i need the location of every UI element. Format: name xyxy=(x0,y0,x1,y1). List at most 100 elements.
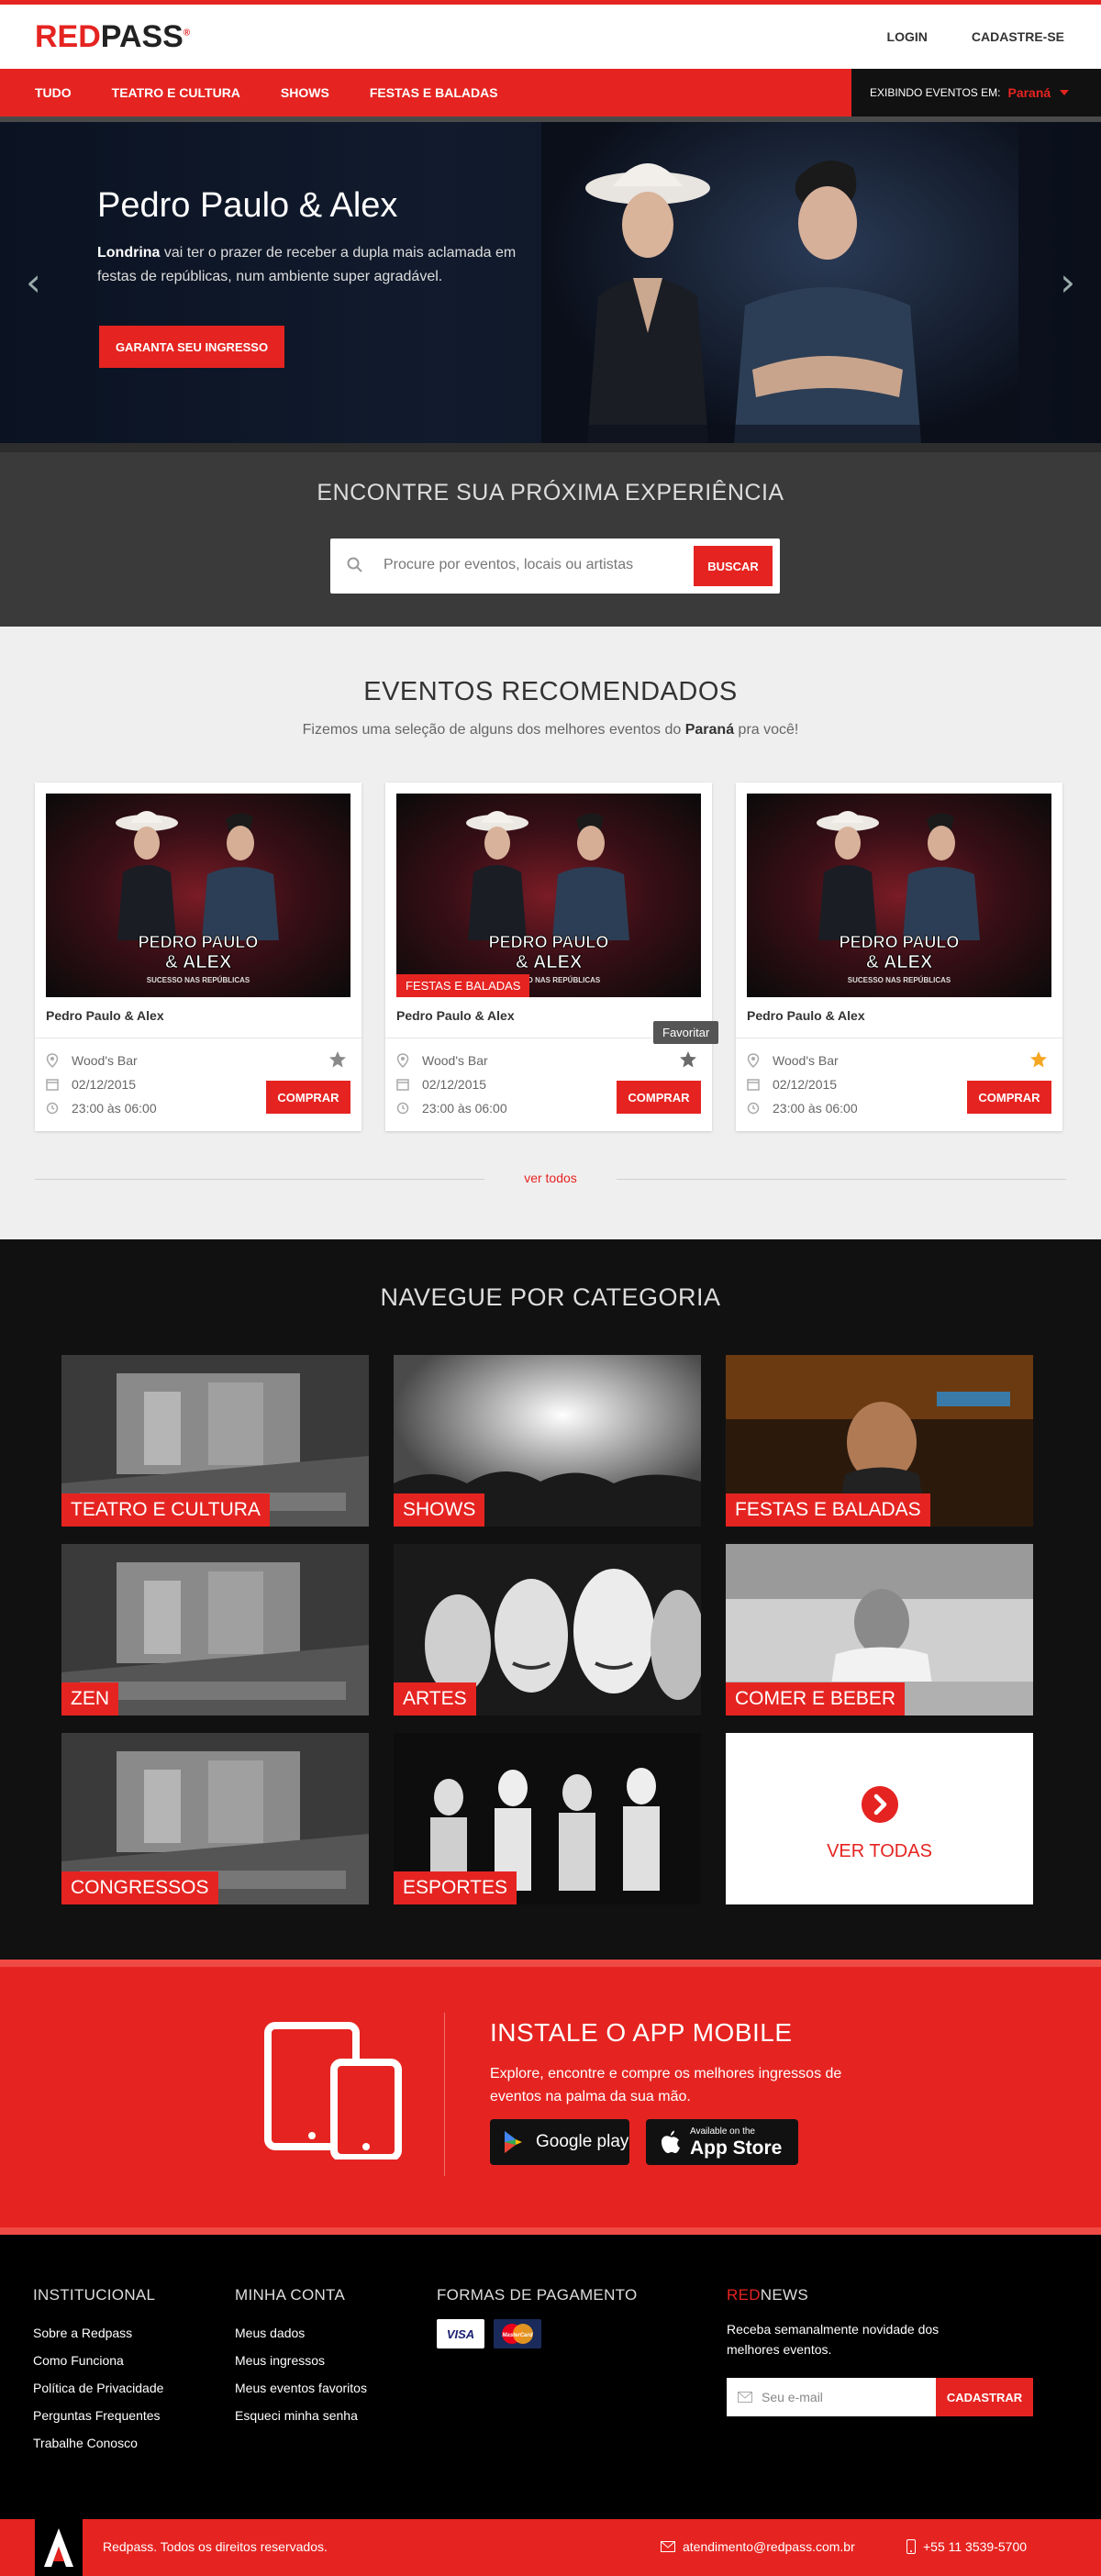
event-card[interactable]: PEDRO PAULO & ALEX SUCESSO NAS REPÚBLICA… xyxy=(385,783,719,1131)
see-all-link[interactable]: ver todos xyxy=(35,1171,1066,1185)
event-meta: Wood's Bar 02/12/2015 23:00 às 06:00 xyxy=(46,1049,157,1120)
location-pin-icon xyxy=(747,1053,760,1068)
nav-item-teatro[interactable]: TEATRO E CULTURA xyxy=(112,85,240,100)
login-link[interactable]: LOGIN xyxy=(887,29,928,44)
category-tag[interactable]: FESTAS E BALADAS xyxy=(396,974,530,997)
chevron-circle-right-icon xyxy=(862,1786,898,1823)
app-store-label: App Store xyxy=(690,2137,783,2159)
page: REDPASS® LOGIN CADASTRE-SE TUDO TEATRO E… xyxy=(0,0,1101,2576)
footer-col-account: MINHA CONTA Meus dados Meus ingressos Me… xyxy=(235,2286,367,2429)
star-icon[interactable] xyxy=(679,1050,697,1069)
redpass-logo[interactable]: REDPASS® xyxy=(35,19,190,55)
app-store-button[interactable]: Available on the App Store xyxy=(646,2119,798,2165)
event-poster: PEDRO PAULO & ALEX SUCESSO NAS REPÚBLICA… xyxy=(46,794,350,997)
footer-link[interactable]: Trabalhe Conosco xyxy=(33,2429,163,2457)
footer-link[interactable]: Como Funciona xyxy=(33,2347,163,2374)
location-selector[interactable]: EXIBINDO EVENTOS EM: Paraná xyxy=(851,69,1101,117)
google-play-button[interactable]: Google play xyxy=(490,2119,629,2165)
search-button[interactable]: BUSCAR xyxy=(694,546,773,586)
newsletter-submit-button[interactable]: CADASTRAR xyxy=(936,2378,1033,2416)
buy-button[interactable]: COMPRAR xyxy=(266,1081,350,1114)
header-links: LOGIN CADASTRE-SE xyxy=(887,29,1064,44)
event-date: 02/12/2015 xyxy=(72,1077,137,1092)
category-label: CONGRESSOS xyxy=(61,1871,218,1904)
envelope-icon xyxy=(661,2541,675,2552)
app-promo-section: INSTALE O APP MOBILE Explore, encontre e… xyxy=(0,1960,1101,2235)
event-time: 23:00 às 06:00 xyxy=(422,1101,507,1116)
footer-link[interactable]: Política de Privacidade xyxy=(33,2374,163,2402)
footer-heading: MINHA CONTA xyxy=(235,2286,346,2304)
nav-item-shows[interactable]: SHOWS xyxy=(281,85,329,100)
calendar-icon xyxy=(46,1079,59,1091)
event-venue: Wood's Bar xyxy=(72,1053,138,1068)
buy-button[interactable]: COMPRAR xyxy=(967,1081,1051,1114)
event-poster: PEDRO PAULO & ALEX SUCESSO NAS REPÚBLICA… xyxy=(396,794,701,997)
poster-text-line2: & ALEX xyxy=(165,952,232,972)
event-card[interactable]: PEDRO PAULO & ALEX SUCESSO NAS REPÚBLICA… xyxy=(35,783,361,1131)
categories-section: NAVEGUE POR CATEGORIA TEATRO E CULTURA S… xyxy=(0,1239,1101,1960)
see-all-categories-tile[interactable]: VER TODAS xyxy=(726,1733,1033,1904)
apple-icon xyxy=(662,2130,680,2153)
event-cards: PEDRO PAULO & ALEX SUCESSO NAS REPÚBLICA… xyxy=(35,783,1062,1131)
contact-email[interactable]: atendimento@redpass.com.br xyxy=(661,2539,855,2554)
categories-title: NAVEGUE POR CATEGORIA xyxy=(380,1283,721,1311)
location-pin-icon xyxy=(46,1053,59,1068)
signup-link[interactable]: CADASTRE-SE xyxy=(972,29,1064,44)
star-icon[interactable] xyxy=(328,1050,347,1069)
mail-icon xyxy=(738,2392,752,2403)
event-date: 02/12/2015 xyxy=(422,1077,487,1092)
event-time: 23:00 às 06:00 xyxy=(72,1101,157,1116)
category-tile-festas[interactable]: FESTAS E BALADAS xyxy=(726,1355,1033,1527)
visa-icon: VISA xyxy=(437,2319,484,2348)
footer-link[interactable]: Meus ingressos xyxy=(235,2347,367,2374)
category-tile-shows[interactable]: SHOWS xyxy=(394,1355,701,1527)
category-label: FESTAS E BALADAS xyxy=(726,1493,930,1527)
event-card[interactable]: PEDRO PAULO & ALEX SUCESSO NAS REPÚBLICA… xyxy=(736,783,1062,1131)
location-label: EXIBINDO EVENTOS EM: xyxy=(870,86,1001,99)
email-input[interactable]: Seu e-mail xyxy=(727,2378,936,2416)
category-tile-comer[interactable]: COMER E BEBER xyxy=(726,1544,1033,1715)
footer-link[interactable]: Esqueci minha senha xyxy=(235,2402,367,2429)
hero-artists-image xyxy=(541,122,1018,443)
see-all-row: ver todos xyxy=(35,1170,1066,1188)
event-venue: Wood's Bar xyxy=(422,1053,488,1068)
category-nav: TUDO TEATRO E CULTURA SHOWS FESTAS E BAL… xyxy=(0,69,1101,117)
recommended-subtitle: Fizemos uma seleção de alguns dos melhor… xyxy=(302,722,799,738)
category-tile-congressos[interactable]: CONGRESSOS xyxy=(61,1733,369,1904)
footer-heading: REDNEWS xyxy=(727,2286,808,2304)
category-tile-zen[interactable]: ZEN xyxy=(61,1544,369,1715)
nav-item-tudo[interactable]: TUDO xyxy=(35,85,72,100)
footer-link[interactable]: Meus dados xyxy=(235,2319,367,2347)
contact-phone[interactable]: +55 11 3539-5700 xyxy=(906,2539,1027,2554)
search-box: Procure por eventos, locais ou artistas … xyxy=(330,539,780,594)
app-store-small-label: Available on the xyxy=(690,2126,755,2137)
hero-cta-button[interactable]: GARANTA SEU INGRESSO xyxy=(99,326,284,368)
star-icon[interactable] xyxy=(1029,1050,1048,1069)
google-play-label: Google play xyxy=(536,2132,629,2151)
nav-item-festas[interactable]: FESTAS E BALADAS xyxy=(370,85,498,100)
recommended-section: EVENTOS RECOMENDADOS Fizemos uma seleção… xyxy=(0,627,1101,1239)
poster-text-line1: PEDRO PAULO xyxy=(489,933,609,951)
see-all-categories-label: VER TODAS xyxy=(827,1841,932,1861)
category-tile-esportes[interactable]: ESPORTES xyxy=(394,1733,701,1904)
category-tile-artes[interactable]: ARTES xyxy=(394,1544,701,1715)
bottom-logo xyxy=(35,2519,83,2576)
category-label: COMER E BEBER xyxy=(726,1682,906,1715)
app-divider xyxy=(444,2013,445,2176)
footer-link[interactable]: Perguntas Frequentes xyxy=(33,2402,163,2429)
bottom-bar: Redpass. Todos os direitos reservados. a… xyxy=(0,2519,1101,2576)
search-input[interactable]: Procure por eventos, locais ou artistas xyxy=(384,557,633,573)
footer-link[interactable]: Sobre a Redpass xyxy=(33,2319,163,2347)
calendar-icon xyxy=(747,1079,760,1091)
poster-text-line2: & ALEX xyxy=(866,952,933,972)
redpass-mark-icon xyxy=(44,2528,73,2567)
chevron-left-icon[interactable]: ‹ xyxy=(26,260,41,305)
footer-link[interactable]: Meus eventos favoritos xyxy=(235,2374,367,2402)
clock-icon xyxy=(46,1102,59,1115)
chevron-right-icon[interactable]: › xyxy=(1060,260,1075,305)
svg-text:MasterCard: MasterCard xyxy=(502,2333,532,2338)
category-tile-teatro[interactable]: TEATRO E CULTURA xyxy=(61,1355,369,1527)
copyright-text: Redpass. Todos os direitos reservados. xyxy=(103,2539,328,2554)
footer: INSTITUCIONAL Sobre a Redpass Como Funci… xyxy=(0,2235,1101,2519)
buy-button[interactable]: COMPRAR xyxy=(617,1081,701,1114)
